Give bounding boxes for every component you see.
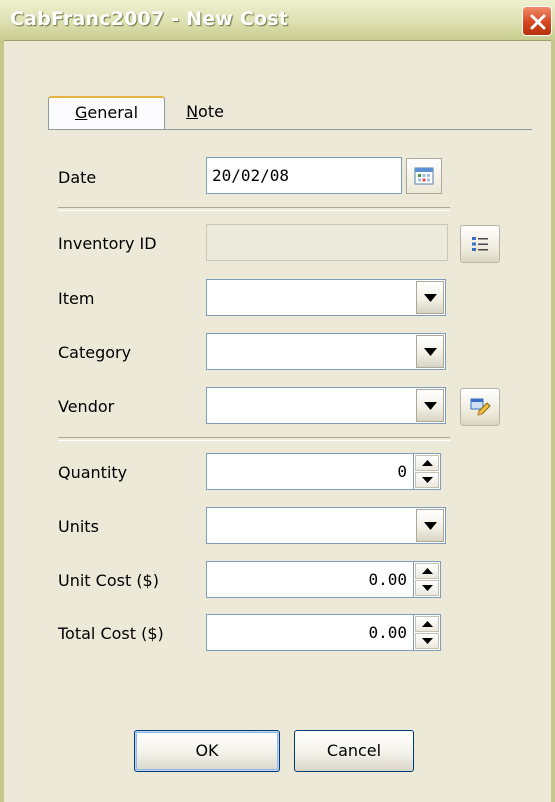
- inventory-id-label: Inventory ID: [58, 234, 157, 253]
- quantity-spinner: [413, 453, 441, 490]
- vendor-label: Vendor: [58, 397, 115, 416]
- date-label: Date: [58, 168, 97, 187]
- vendor-dropdown-button[interactable]: [416, 389, 444, 422]
- arrow-down-icon: [422, 585, 433, 591]
- category-combobox[interactable]: [206, 333, 446, 370]
- item-combobox[interactable]: [206, 279, 446, 316]
- tab-note-accel: N: [186, 102, 199, 121]
- arrow-up-icon: [422, 621, 433, 627]
- category-label: Category: [58, 343, 132, 362]
- total-cost-spinner: [413, 614, 441, 651]
- total-cost-spin-up[interactable]: [415, 616, 439, 632]
- tab-strip-border: [48, 129, 532, 130]
- quantity-spin-down[interactable]: [415, 472, 439, 488]
- separator-1: [58, 207, 450, 211]
- total-cost-spin-down[interactable]: [415, 633, 439, 649]
- unit-cost-label: Unit Cost ($): [58, 571, 159, 590]
- chevron-down-icon: [424, 522, 437, 530]
- arrow-up-icon: [422, 460, 433, 466]
- units-dropdown-button[interactable]: [416, 509, 444, 542]
- tab-note[interactable]: Note: [170, 96, 240, 130]
- chevron-down-icon: [424, 348, 437, 356]
- window-frame-left: [0, 40, 4, 802]
- tab-general-accel: G: [74, 103, 88, 122]
- date-field[interactable]: 20/02/08: [206, 157, 402, 194]
- category-dropdown-button[interactable]: [416, 335, 444, 368]
- inventory-id-field: [206, 224, 448, 261]
- item-dropdown-button[interactable]: [416, 281, 444, 314]
- tab-general-label: eneral: [87, 103, 139, 122]
- chevron-down-icon: [424, 294, 437, 302]
- tab-general[interactable]: General: [48, 96, 165, 130]
- window-title: CabFranc2007 - New Cost: [10, 8, 289, 30]
- total-cost-field[interactable]: 0.00: [206, 614, 414, 651]
- quantity-spin-up[interactable]: [415, 455, 439, 471]
- unit-cost-field[interactable]: 0.00: [206, 561, 414, 598]
- item-label: Item: [58, 289, 95, 308]
- title-bar[interactable]: CabFranc2007 - New Cost: [0, 0, 555, 41]
- calendar-button[interactable]: [406, 158, 442, 194]
- unit-cost-spin-down[interactable]: [415, 580, 439, 596]
- arrow-down-icon: [422, 477, 433, 483]
- list-icon: [472, 237, 488, 251]
- calendar-icon: [414, 167, 434, 185]
- ok-button[interactable]: OK: [134, 730, 280, 772]
- cancel-button[interactable]: Cancel: [294, 730, 414, 772]
- arrow-up-icon: [422, 568, 433, 574]
- vendor-combobox[interactable]: [206, 387, 446, 424]
- quantity-field[interactable]: 0: [206, 453, 414, 490]
- units-label: Units: [58, 517, 99, 536]
- vendor-edit-button[interactable]: [460, 388, 500, 426]
- quantity-label: Quantity: [58, 463, 128, 482]
- close-button[interactable]: [522, 6, 552, 36]
- chevron-down-icon: [424, 402, 437, 410]
- window-frame-right: [551, 40, 555, 802]
- arrow-down-icon: [422, 638, 433, 644]
- tab-note-label: ote: [198, 102, 224, 121]
- total-cost-label: Total Cost ($): [58, 624, 164, 643]
- new-cost-dialog: CabFranc2007 - New Cost General Note Dat…: [0, 0, 555, 802]
- unit-cost-spinner: [413, 561, 441, 598]
- edit-icon: [470, 398, 491, 416]
- units-combobox[interactable]: [206, 507, 446, 544]
- separator-2: [58, 437, 450, 441]
- close-icon: [530, 14, 546, 30]
- unit-cost-spin-up[interactable]: [415, 563, 439, 579]
- inventory-lookup-button[interactable]: [460, 225, 500, 263]
